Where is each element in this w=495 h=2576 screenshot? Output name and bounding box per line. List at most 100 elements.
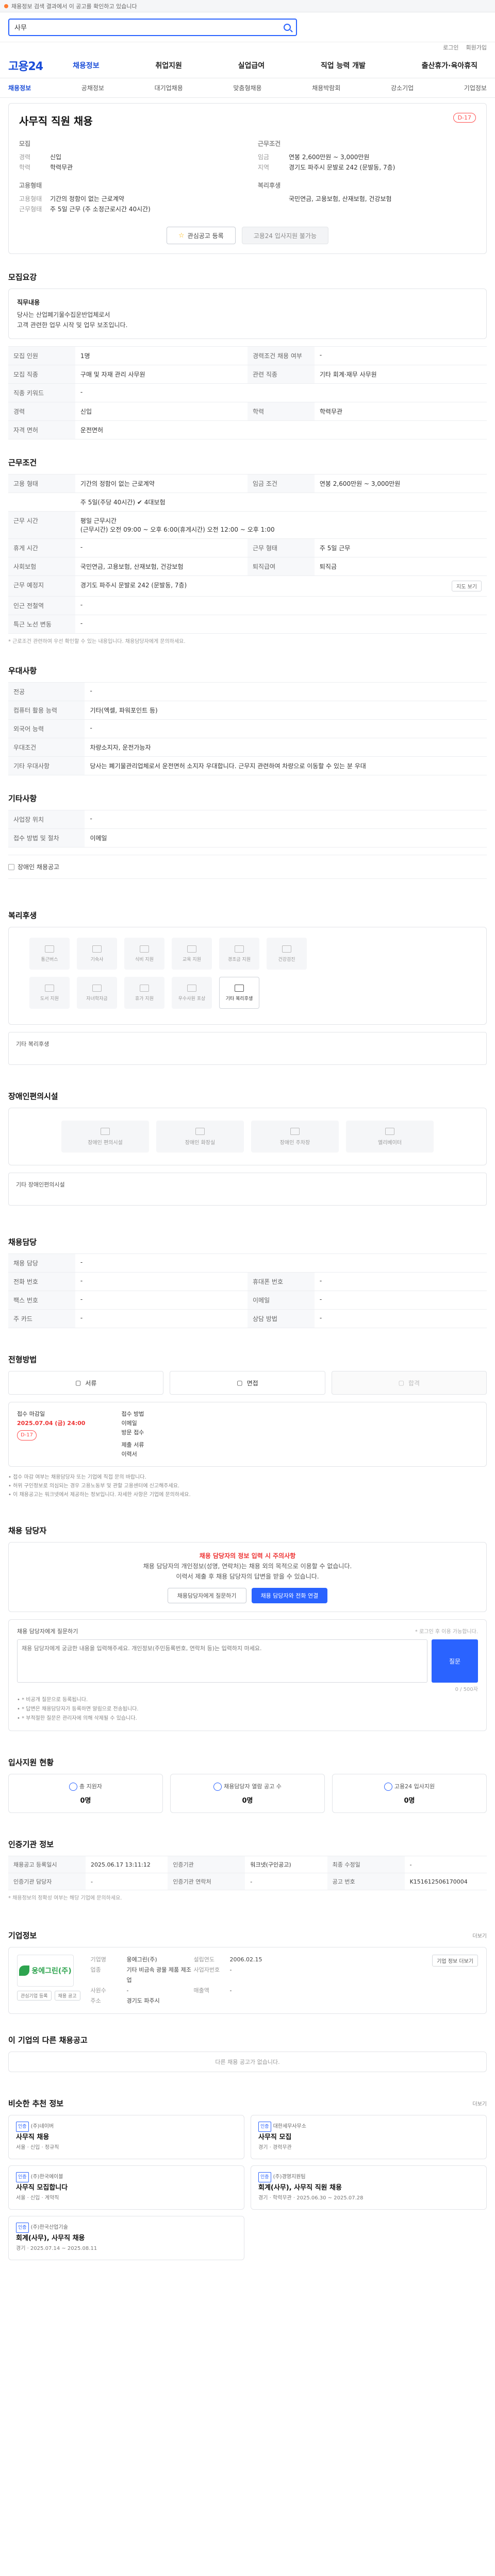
cell-head: 직종 키워드 <box>8 383 75 402</box>
docs-value: 이력서 <box>121 1451 137 1458</box>
rec-company: (주)한국에이블 <box>30 2174 63 2180</box>
notice-dot-icon <box>4 4 8 8</box>
cell-head: 근무 시간 <box>8 511 75 539</box>
meta-value: 웅에그린(주) <box>126 1956 157 1963</box>
search-box[interactable] <box>8 18 297 36</box>
question-textarea[interactable] <box>17 1639 427 1683</box>
stat-value: 0명 <box>404 1797 415 1805</box>
signup-link[interactable]: 회원가입 <box>466 43 487 52</box>
sub-nav-item[interactable]: 채용정보 <box>8 83 31 92</box>
company-more-link[interactable]: 더보기 <box>472 1912 487 1939</box>
rec-card[interactable]: 인증 (주)한국에이블 사무직 모집합니다 서울 · 신입 · 계약직 <box>8 2165 244 2210</box>
favorite-company-button[interactable]: 관심기업 등록 <box>17 1991 52 2001</box>
call-button[interactable]: 채용 담당자와 전화 연결 <box>251 1588 328 1603</box>
cell-value: 차량소지자, 운전가능자 <box>85 738 487 757</box>
cell-head: 컴퓨터 활용 능력 <box>8 701 85 720</box>
document-icon <box>384 1783 392 1791</box>
note-item: 이 채용공고는 워크넷에서 제공하는 정보입니다. 자세한 사항은 기업에 문의… <box>8 1490 487 1499</box>
benefit-item: 우수사원 포상 <box>172 977 212 1009</box>
section-title: 복리후생 <box>8 911 37 920</box>
kv-value: 주 5일 근무 (주 소정근로시간 40시간) <box>50 206 151 213</box>
table-row: 휴게 시간 - 근무 형태 주 5일 근무 <box>8 538 487 557</box>
login-link[interactable]: 로그인 <box>443 43 458 52</box>
env-item: 장애인 편의시설 <box>61 1121 149 1153</box>
stat-card: 총 지원자 0명 <box>8 1774 163 1813</box>
apply-button[interactable]: 고용24 입사지원 불가능 <box>241 227 328 244</box>
form-note: * 부적절한 질문은 관리자에 의해 삭제될 수 있습니다. <box>17 1714 478 1723</box>
kv-value: 연봉 2,600만원 ~ 3,000만원 <box>289 154 370 161</box>
ask-button[interactable]: 채용담당자에게 질문하기 <box>167 1588 246 1603</box>
cond-column: 근무조건 임금 연봉 2,600만원 ~ 3,000만원 지역 경기도 파주시 문발… <box>258 139 476 214</box>
table-row: 전공 - <box>8 682 487 701</box>
rec-card[interactable]: 인증 (주)한국산업기술 회계(사무), 사무직 채용 경기 · 2025.07.… <box>8 2216 244 2260</box>
sub-nav-item[interactable]: 맞춤형채용 <box>233 83 261 92</box>
search-band <box>0 12 495 42</box>
global-nav: 채용정보 취업지원 실업급여 직업 능력 개발 출산휴가·육아휴직 <box>63 60 487 71</box>
calendar-icon <box>140 984 149 992</box>
rec-card[interactable]: 인증 대한세무사무소 사무직 모집 경기 · 경력무관 <box>251 2115 487 2159</box>
company-jobs-button[interactable]: 채용 공고 <box>54 1991 80 2001</box>
gnb-item-jobs[interactable]: 채용정보 <box>63 60 109 71</box>
meta-key: 주소 <box>90 1997 101 2004</box>
env-label: 장애인 화장실 <box>185 1140 216 1146</box>
table-row: 인증기관 담당자 - 인증기관 연락처 - 공고 번호 K15161250617… <box>8 1873 487 1890</box>
question-submit-button[interactable]: 질문 <box>432 1639 478 1683</box>
doc-icon: ▢ <box>75 1379 81 1386</box>
search-icon[interactable] <box>284 23 291 31</box>
cell-value: 2025.06.17 13:11:12 <box>85 1856 168 1873</box>
job-desc-line: 당사는 산업폐기물수집운반업체로서 <box>17 311 110 318</box>
disabled-check-row[interactable]: 장애인 채용공고 <box>8 855 487 879</box>
section-title: 채용담당 <box>8 1238 37 1247</box>
section-title: 우대사항 <box>8 666 37 675</box>
scrap-button[interactable]: ☆ 관심공고 등록 <box>167 227 236 244</box>
gnb-item-benefit[interactable]: 실업급여 <box>229 60 274 71</box>
recruit-section: 모집요강 직무내용 당사는 산업폐기물수집운반업체로서 고객 관련한 업무 시작… <box>8 254 487 439</box>
cond-head: 근무조건 <box>258 140 281 147</box>
benefit-item: 자녀학자금 <box>77 977 117 1009</box>
rec-badge: 인증 <box>16 2172 29 2182</box>
rec-card[interactable]: 인증 (주)경영지원팀 회계(사무), 사무직 직원 채용 경기 · 학력무관 ·… <box>251 2165 487 2210</box>
env-grid: 장애인 편의시설 장애인 화장실 장애인 주차장 엘리베이터 <box>8 1108 487 1165</box>
checkbox-icon <box>8 863 14 870</box>
meta-value: - <box>126 1987 129 1994</box>
info-table: 채용공고 등록일시 2025.06.17 13:11:12 인증기관 워크넷(구… <box>8 1856 487 1890</box>
rec-meta: 경기 · 학력무관 · 2025.06.30 ~ 2025.07.28 <box>258 2195 364 2201</box>
sub-nav-item[interactable]: 기업정보 <box>464 83 487 92</box>
rec-more-link[interactable]: 더보기 <box>472 2080 487 2107</box>
note-item: 접수 마감 여부는 채용담당자 또는 기업에 직접 문의 바랍니다. <box>8 1473 487 1482</box>
kv-key: 지역 <box>258 164 270 171</box>
table-row: 경력 신입 학력 학력무관 <box>8 402 487 421</box>
cell-head: 인증기관 <box>168 1856 245 1873</box>
sub-nav-item[interactable]: 대기업채용 <box>155 83 183 92</box>
rec-card[interactable]: 인증 (주)네이버 사무직 채용 서울 · 신입 · 정규직 <box>8 2115 244 2159</box>
site-logo[interactable]: 고용24 <box>8 57 43 74</box>
cell-value: - <box>85 1873 168 1890</box>
company-detail-button[interactable]: 기업 정보 더보기 <box>432 1955 478 1967</box>
job-summary-card: 사무직 직원 채용 D-17 모집 경력 신입 학력 학력무관 고용형태 고용형태 기… <box>8 103 487 254</box>
cell-value: - <box>75 1272 248 1291</box>
gnb-item-leave[interactable]: 출산휴가·육아휴직 <box>412 60 487 71</box>
sub-nav-item[interactable]: 공채정보 <box>81 83 104 92</box>
table-row: 접수 방법 및 절차 이메일 <box>8 828 487 848</box>
dday-badge: D-17 <box>453 113 476 123</box>
search-input[interactable] <box>14 23 279 31</box>
bus-icon <box>45 945 54 953</box>
rec-title: 회계(사무), 사무직 채용 <box>16 2234 85 2242</box>
gnb-item-training[interactable]: 직업 능력 개발 <box>311 60 375 71</box>
sub-nav-item[interactable]: 강소기업 <box>391 83 414 92</box>
gnb-item-support[interactable]: 취업지원 <box>146 60 191 71</box>
benefit-item: 건강검진 <box>267 938 307 970</box>
map-button[interactable]: 지도 보기 <box>452 581 482 591</box>
cell-head: 기타 우대사항 <box>8 756 85 775</box>
stats-section: 입사지원 현황 총 지원자 0명 채용담당자 열람 공고 수 0명 고용24 입사지… <box>8 1731 487 1813</box>
form-note: * 답변은 채용담당자가 등록하면 알림으로 전송됩니다. <box>17 1705 478 1714</box>
recruit-table: 모집 인원 1명 경력조건 채용 여부 - 모집 직종 구매 및 자재 관리 사… <box>8 346 487 439</box>
sub-nav-item[interactable]: 채용박람회 <box>312 83 340 92</box>
rec-title: 사무직 모집합니다 <box>16 2184 68 2192</box>
field-head: 모집 <box>19 140 31 147</box>
cell-value: 경기도 파주시 문발로 242 (문발동, 7층) 지도 보기 <box>75 575 487 597</box>
stat-card: 고용24 입사지원 0명 <box>332 1774 487 1813</box>
scrap-label: 관심공고 등록 <box>187 232 224 240</box>
table-row: 우대조건 차량소지자, 운전가능자 <box>8 738 487 757</box>
trophy-icon <box>187 984 196 992</box>
